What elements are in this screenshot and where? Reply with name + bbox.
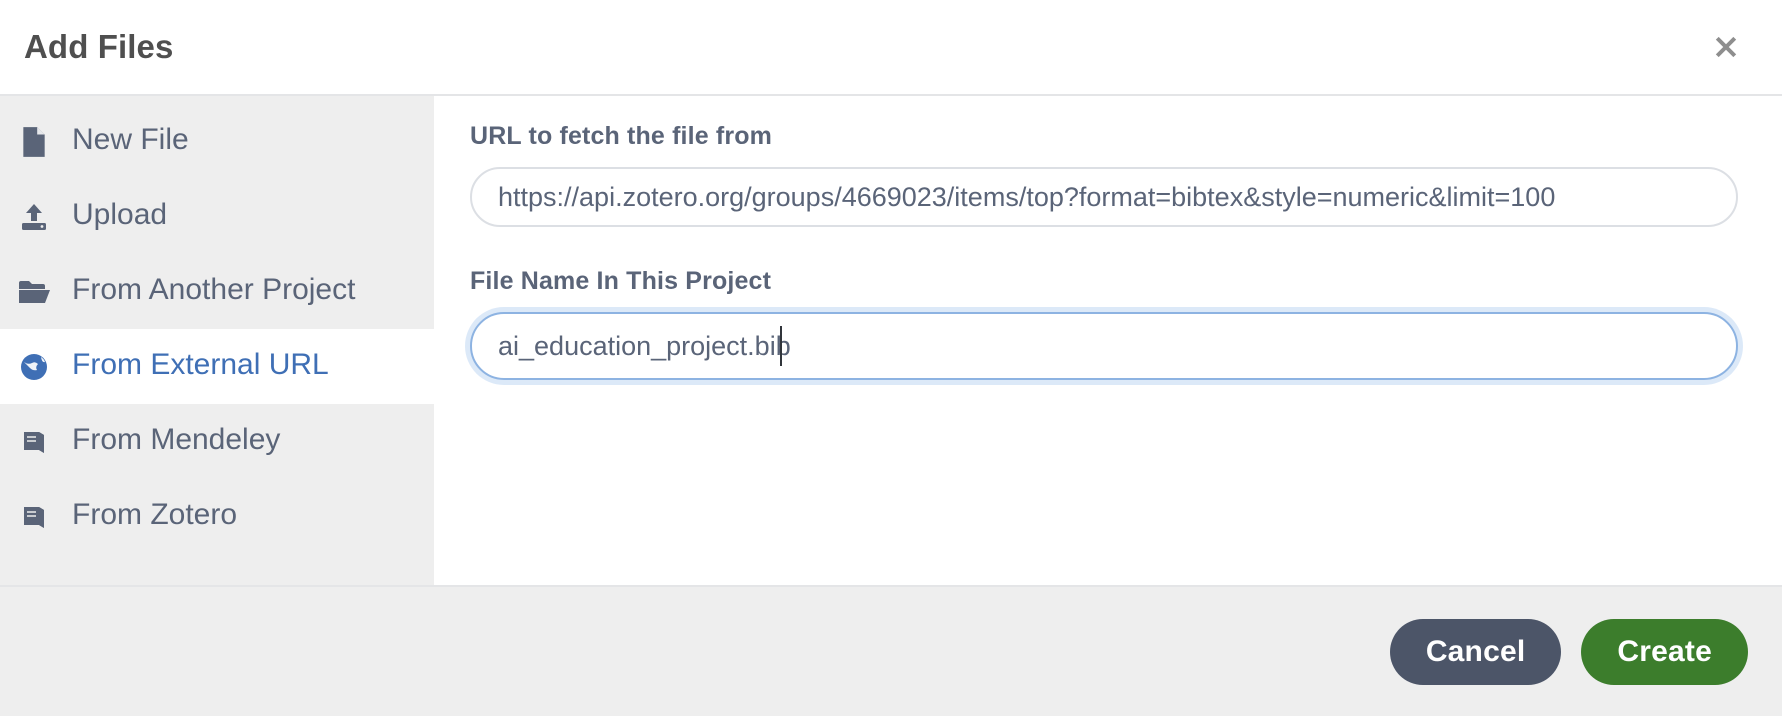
- dialog-body: New File Upload From Another Project Fro…: [0, 96, 1782, 585]
- sidebar-item-new-file[interactable]: New File: [0, 104, 434, 179]
- upload-icon: [12, 202, 56, 232]
- text-caret: [780, 326, 782, 366]
- filename-input-wrap: [470, 312, 1738, 380]
- cancel-button[interactable]: Cancel: [1389, 618, 1562, 685]
- sidebar-item-label: From Another Project: [72, 273, 356, 306]
- sidebar-item-upload[interactable]: Upload: [0, 179, 434, 254]
- filename-field-label: File Name In This Project: [470, 267, 772, 295]
- form-panel: URL to fetch the file from File Name In …: [434, 96, 1782, 585]
- url-field-label: URL to fetch the file from: [470, 122, 773, 150]
- sidebar-item-label: From External URL: [72, 348, 329, 381]
- sidebar-item-label: From Zotero: [72, 498, 238, 531]
- dialog-footer: Cancel Create: [0, 585, 1782, 716]
- url-input[interactable]: [470, 167, 1738, 227]
- add-files-dialog: Add Files New File Upload From Another P…: [0, 0, 1782, 716]
- sidebar-item-from-external-url[interactable]: From External URL: [0, 329, 434, 404]
- sidebar-item-label: Upload: [72, 198, 168, 231]
- sidebar-item-from-mendeley[interactable]: From Mendeley: [0, 404, 434, 479]
- dialog-header: Add Files: [0, 0, 1782, 96]
- dialog-title: Add Files: [24, 28, 174, 65]
- sidebar-item-label: From Mendeley: [72, 423, 281, 456]
- folder-open-icon: [12, 279, 56, 305]
- globe-icon: [12, 353, 56, 381]
- url-input-wrap: [470, 167, 1738, 227]
- filename-input[interactable]: [470, 312, 1738, 380]
- source-sidebar: New File Upload From Another Project Fro…: [0, 96, 434, 585]
- sidebar-item-from-zotero[interactable]: From Zotero: [0, 479, 434, 554]
- create-button[interactable]: Create: [1581, 618, 1748, 685]
- file-icon: [12, 126, 56, 158]
- book-icon: [12, 428, 56, 456]
- book-icon: [12, 503, 56, 531]
- sidebar-item-from-another-project[interactable]: From Another Project: [0, 254, 434, 329]
- close-icon: [1711, 32, 1741, 62]
- close-button[interactable]: [1704, 25, 1748, 69]
- sidebar-item-label: New File: [72, 123, 189, 156]
